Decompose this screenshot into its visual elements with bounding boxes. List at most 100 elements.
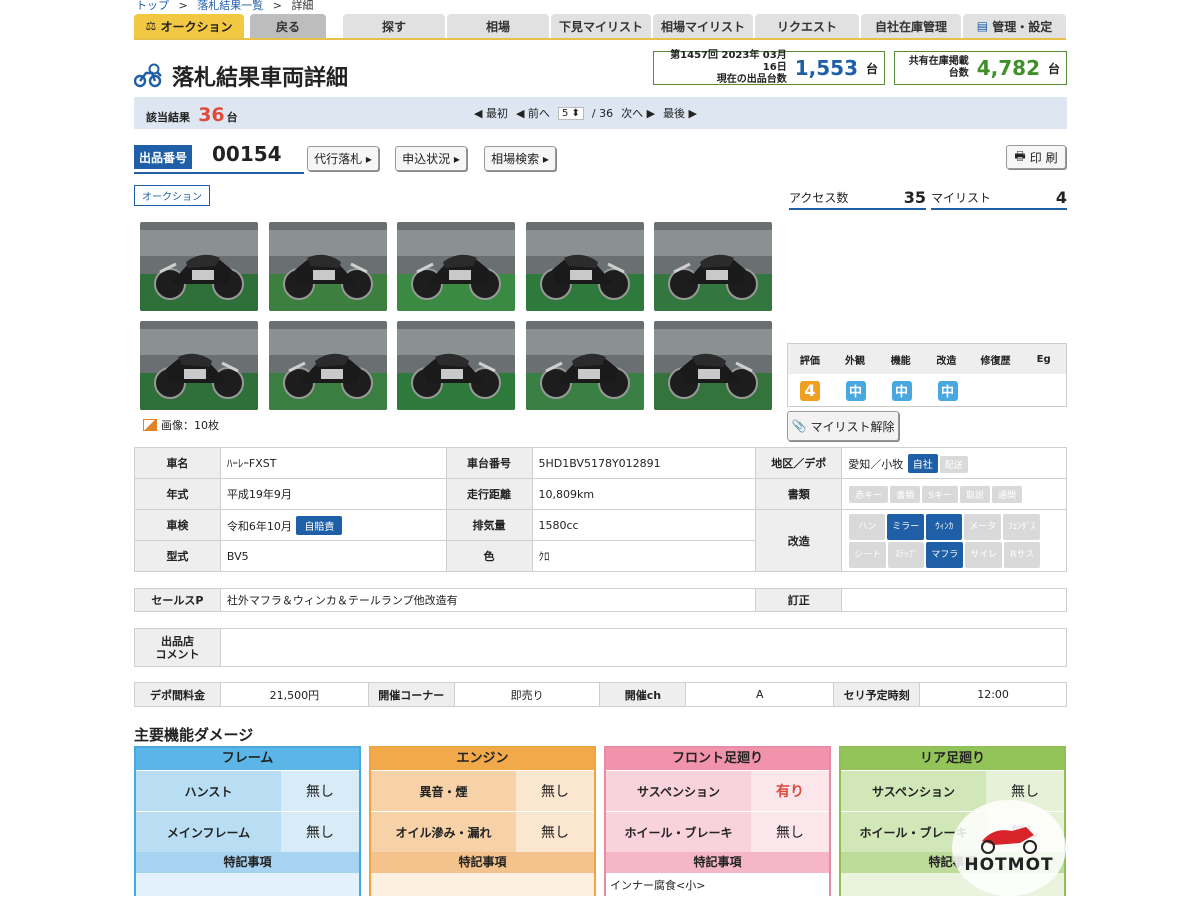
comment-value <box>219 628 1068 667</box>
listing-label: 出品番号 <box>134 145 192 169</box>
grade-header: 評価 外観 機能 改造 修復歴 Eg <box>788 344 1066 374</box>
watermark-text: HOTMOT <box>964 855 1054 875</box>
application-status-button[interactable]: 申込状況 ▸ <box>395 146 467 171</box>
damage-notes-value <box>371 873 594 896</box>
document-chip: Sキー <box>922 485 958 503</box>
vehicle-photo-5[interactable] <box>654 222 772 311</box>
results-number: 36 <box>198 104 225 126</box>
damage-title: 主要機能ダメージ <box>134 726 254 744</box>
time-label: セリ予定時刻 <box>833 682 921 707</box>
tab-search[interactable]: 探す <box>343 14 445 38</box>
vehicle-photo-8[interactable] <box>397 321 515 410</box>
damage-item-label: サスペンション <box>637 784 720 799</box>
listing-number: 00154 <box>212 142 282 166</box>
vehicle-photo-6[interactable] <box>140 321 258 410</box>
mylist-count: マイリスト 4 <box>931 186 1067 210</box>
spec-type-value: BV5 <box>219 540 447 572</box>
vehicle-photo-9[interactable] <box>525 321 644 410</box>
session-count-box: 第1457回 2023年 03月 16日 現在の出品台数 1,553 台 <box>653 50 885 85</box>
shared-stock-label: 共有在庫掲載台数 <box>908 56 969 79</box>
session-count-label: 現在の出品台数 <box>716 74 787 85</box>
damage-panel-engine: エンジン 異音・煙 無し オイル滲み・漏れ 無し 特記事項 <box>369 746 596 896</box>
proxy-bid-button[interactable]: 代行落札 ▸ <box>307 146 379 171</box>
damage-notes-label: 特記事項 <box>136 852 359 873</box>
grade-header-cell: Eg <box>1036 353 1051 365</box>
spec-label: 年式 <box>134 478 221 510</box>
insurance-chip: 自賠責 <box>296 515 343 535</box>
spec-label: 改造 <box>755 509 843 572</box>
correction-label: 訂正 <box>755 588 843 612</box>
pagination: ◀ 最初 ◀ 前へ 5 ⬍ / 36 次へ ▶ 最後 ▶ <box>474 105 697 121</box>
vehicle-photo-10[interactable] <box>654 321 772 410</box>
page-last-link[interactable]: 最後 ▶ <box>663 105 697 121</box>
shared-stock-box: 共有在庫掲載台数 4,782 台 <box>894 51 1067 85</box>
document-chip: 書類 <box>890 485 921 503</box>
spec-label: 書類 <box>755 478 843 510</box>
tab-market[interactable]: 相場 <box>447 14 549 38</box>
breadcrumb-top[interactable]: トップ <box>136 0 169 12</box>
session-count: 1,553 <box>794 56 858 80</box>
spec-year-value: 平成19年9月 <box>219 478 447 510</box>
breadcrumb-list[interactable]: 落札結果一覧 <box>197 0 263 12</box>
vehicle-photo-7[interactable] <box>268 321 387 410</box>
damage-item-value: 無し <box>281 812 359 852</box>
vehicle-photo-1[interactable] <box>140 222 258 311</box>
paperclip-icon: 📎 <box>791 419 807 433</box>
grade-panel: 評価 外観 機能 改造 修復歴 Eg 4 中 中 中 <box>787 343 1067 407</box>
modification-chip: メータ <box>964 513 1002 540</box>
spec-inspect-cell: 令和6年10月 自賠責 <box>219 509 447 541</box>
tab-admin-label: 管理・設定 <box>992 19 1053 34</box>
comment-label: 出品店 コメント <box>134 628 221 667</box>
grade-header-cell: 機能 <box>890 355 911 367</box>
modification-chip: ｳｨﾝｶ <box>926 513 963 540</box>
breadcrumb-sep: > <box>272 0 282 12</box>
damage-item-value: 無し <box>516 812 594 852</box>
tab-back-label: 戻る <box>275 19 300 34</box>
breadcrumb-detail: 詳細 <box>291 0 314 12</box>
damage-item-label: ハンスト <box>184 784 233 799</box>
modification-chip: シート <box>849 541 887 568</box>
mylist-number: 4 <box>1055 187 1067 207</box>
page-prev-link[interactable]: ◀ 前へ <box>516 105 550 121</box>
tab-admin[interactable]: ▤ 管理・設定 <box>963 14 1066 38</box>
tab-auction[interactable]: ⚖ オークション <box>134 14 244 38</box>
tab-stock[interactable]: 自社在庫管理 <box>861 14 961 38</box>
tab-request[interactable]: リクエスト <box>755 14 859 38</box>
page-first-link[interactable]: ◀ 最初 <box>474 105 508 121</box>
modification-chip: サイレ <box>965 541 1003 568</box>
vehicle-photo-2[interactable] <box>268 222 387 311</box>
tab-back[interactable]: 戻る <box>250 14 326 38</box>
page-select[interactable]: 5 ⬍ <box>557 106 584 120</box>
access-label: アクセス数 <box>789 190 849 205</box>
remove-mylist-button[interactable]: 📎 マイリスト解除 <box>787 411 899 441</box>
grade-header-cell: 外観 <box>845 355 866 367</box>
tab-shitami-mylist[interactable]: 下見マイリスト <box>551 14 651 38</box>
damage-item-value: 有り <box>751 771 829 811</box>
shipping-chip: 配送 <box>939 455 968 473</box>
tab-market-mylist[interactable]: 相場マイリスト <box>653 14 753 38</box>
shared-stock-unit: 台 <box>1047 61 1060 76</box>
modification-chip: ミラー <box>887 513 925 540</box>
spec-label: 地区／デポ <box>755 447 843 479</box>
channel-label: 開催ch <box>599 682 687 707</box>
tab-shitami-label: 下見マイリスト <box>558 19 643 34</box>
image-icon <box>143 419 157 431</box>
vehicle-photo-3[interactable] <box>397 222 515 311</box>
spec-label: 排気量 <box>445 509 533 541</box>
time-value: 12:00 <box>919 682 1067 707</box>
print-button[interactable]: 🖶 印 刷 <box>1006 145 1066 169</box>
image-count: 画像：10枚 <box>143 417 219 433</box>
page-select-value: 5 <box>561 107 569 119</box>
page-next-link[interactable]: 次へ ▶ <box>621 105 655 121</box>
own-stock-chip: 自社 <box>907 453 938 473</box>
damage-panel-title: リア足廻り <box>841 748 1064 770</box>
spec-region-cell: 愛知／小牧 自社 配送 <box>841 447 1067 479</box>
motorcycle-icon <box>981 827 1037 854</box>
auction-tag: オークション <box>134 185 210 206</box>
damage-notes-label: 特記事項 <box>371 852 594 873</box>
damage-item-label: メインフレーム <box>166 825 251 840</box>
damage-panel-front: フロント足廻り サスペンション 有り ホイール・ブレーキ 無し 特記事項 インナー腐… <box>604 746 831 896</box>
select-arrow-icon: ⬍ <box>571 107 580 119</box>
vehicle-photo-4[interactable] <box>525 222 644 311</box>
market-search-button[interactable]: 相場検索 ▸ <box>484 146 556 171</box>
